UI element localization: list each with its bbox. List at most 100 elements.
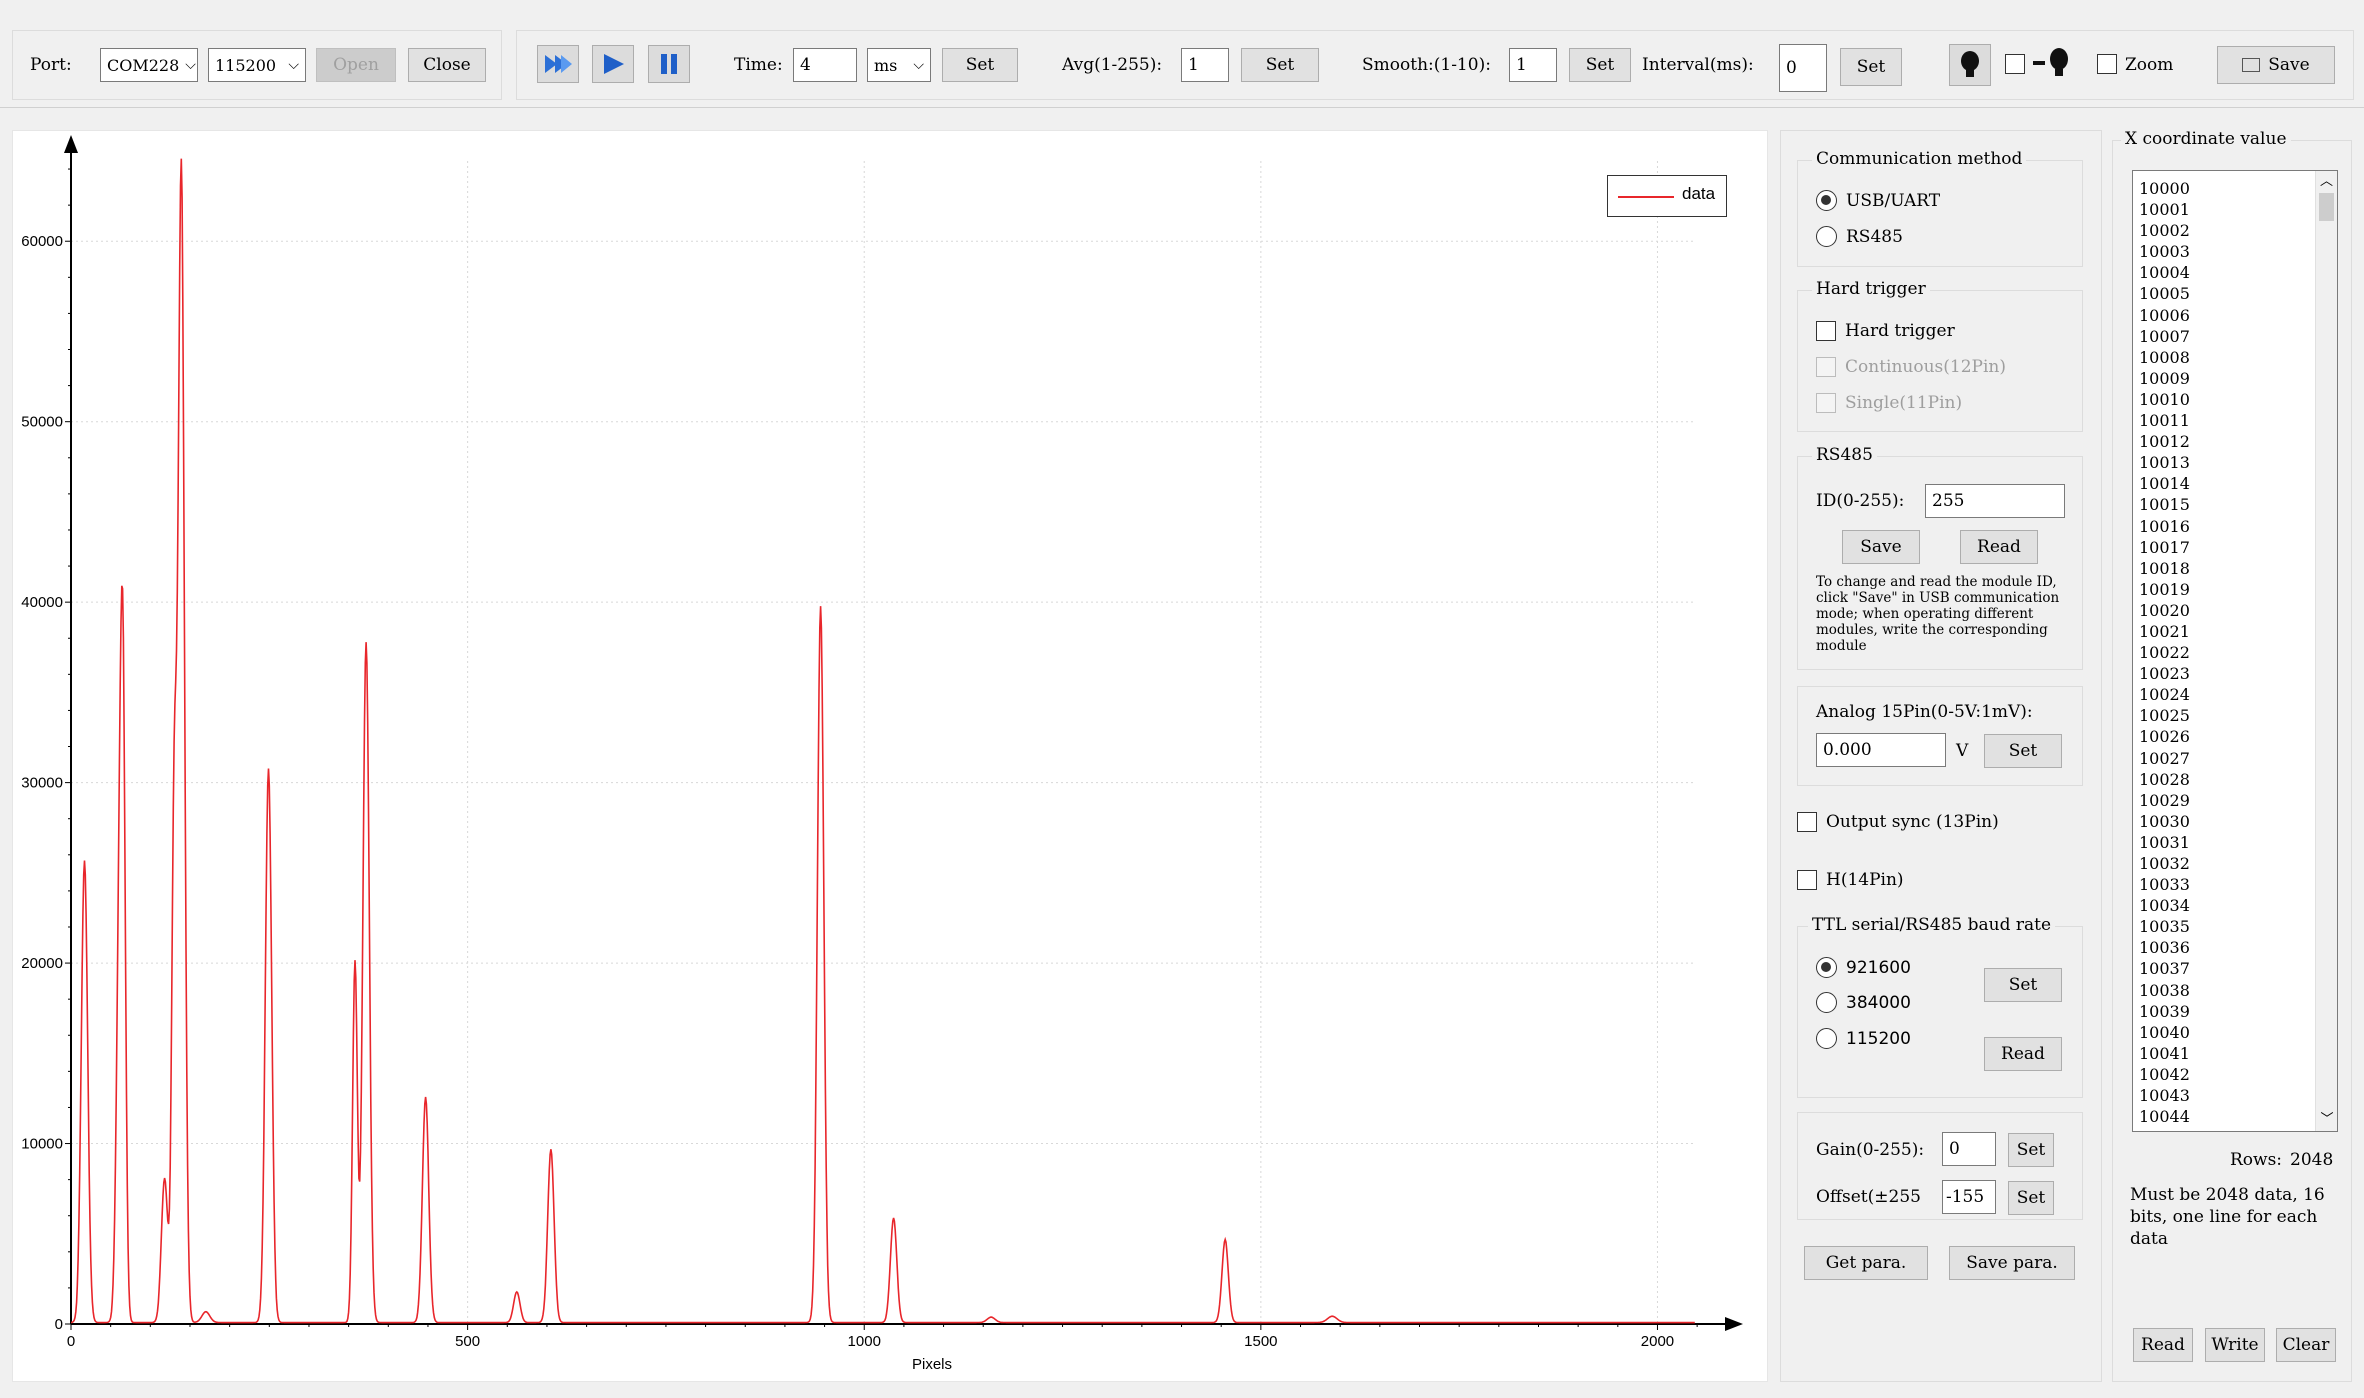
list-item[interactable]: 10009 <box>2133 368 2337 389</box>
list-item[interactable]: 10012 <box>2133 431 2337 452</box>
rs485-read-button[interactable]: Read <box>1960 530 2038 564</box>
list-item[interactable]: 10027 <box>2133 748 2337 769</box>
rs485-id-input[interactable]: 255 <box>1925 484 2065 518</box>
list-item[interactable]: 10002 <box>2133 220 2337 241</box>
radio-baud-921600[interactable] <box>1816 957 1837 978</box>
scroll-up-icon[interactable]: ︿ <box>2316 171 2337 193</box>
time-set-button[interactable]: Set <box>942 48 1018 82</box>
scroll-thumb[interactable] <box>2319 193 2334 221</box>
radio-rs485[interactable] <box>1816 226 1837 247</box>
smooth-input[interactable]: 1 <box>1509 48 1557 82</box>
pause-icon[interactable] <box>648 45 690 83</box>
analog-set-button[interactable]: Set <box>1984 734 2062 768</box>
list-item[interactable]: 10035 <box>2133 916 2337 937</box>
offset-input[interactable]: -155 <box>1942 1180 1996 1214</box>
single-checkbox[interactable] <box>1816 393 1836 413</box>
list-item[interactable]: 10040 <box>2133 1022 2337 1043</box>
get-para-button[interactable]: Get para. <box>1804 1246 1928 1280</box>
time-unit-select[interactable]: ms ⌵ <box>867 48 931 82</box>
xcoord-list[interactable]: 10000 10001 10002 10003 10004 10005 10006 10007… <box>2132 170 2338 1132</box>
list-item[interactable]: 10042 <box>2133 1064 2337 1085</box>
list-item[interactable]: 10023 <box>2133 663 2337 684</box>
radio-baud-115200[interactable] <box>1816 1028 1837 1049</box>
baud-set-button[interactable]: Set <box>1984 968 2062 1002</box>
save-button[interactable]: Save <box>2217 46 2335 84</box>
list-item[interactable]: 10021 <box>2133 621 2337 642</box>
x-tick-label: 1500 <box>1244 1333 1277 1350</box>
scroll-down-icon[interactable]: ﹀ <box>2316 1109 2337 1131</box>
list-item[interactable]: 10017 <box>2133 537 2337 558</box>
play-icon[interactable] <box>592 45 634 83</box>
baud-read-button[interactable]: Read <box>1984 1037 2062 1071</box>
xcoord-scrollbar[interactable]: ︿ ﹀ <box>2315 171 2337 1131</box>
rs485-save-button[interactable]: Save <box>1842 530 1920 564</box>
time-input[interactable]: 4 <box>793 48 857 82</box>
smooth-set-button[interactable]: Set <box>1569 48 1631 82</box>
interval-set-button[interactable]: Set <box>1840 48 1902 86</box>
list-item[interactable]: 10036 <box>2133 937 2337 958</box>
list-item[interactable]: 10003 <box>2133 241 2337 262</box>
zoom-checkbox[interactable] <box>2097 54 2117 74</box>
list-item[interactable]: 10039 <box>2133 1001 2337 1022</box>
avg-input[interactable]: 1 <box>1181 48 1229 82</box>
radio-usb-uart[interactable] <box>1816 190 1837 211</box>
list-item[interactable]: 10019 <box>2133 579 2337 600</box>
list-item[interactable]: 10016 <box>2133 516 2337 537</box>
list-item[interactable]: 10026 <box>2133 726 2337 747</box>
analog-input[interactable]: 0.000 <box>1816 733 1946 767</box>
list-item[interactable]: 10029 <box>2133 790 2337 811</box>
xcoord-write-button[interactable]: Write <box>2205 1328 2265 1362</box>
list-item[interactable]: 10038 <box>2133 980 2337 1001</box>
list-item[interactable]: 10007 <box>2133 326 2337 347</box>
list-item[interactable]: 10000 <box>2133 178 2337 199</box>
list-item[interactable]: 10043 <box>2133 1085 2337 1106</box>
list-item[interactable]: 10004 <box>2133 262 2337 283</box>
gain-set-button[interactable]: Set <box>2008 1133 2054 1167</box>
radio-baud-384000[interactable] <box>1816 992 1837 1013</box>
baud-value: 115200 <box>215 55 277 75</box>
interval-input[interactable]: 0 <box>1779 44 1827 92</box>
list-item[interactable]: 10018 <box>2133 558 2337 579</box>
list-item[interactable]: 10015 <box>2133 494 2337 515</box>
list-item[interactable]: 10022 <box>2133 642 2337 663</box>
list-item[interactable]: 10014 <box>2133 473 2337 494</box>
list-item[interactable]: 10001 <box>2133 199 2337 220</box>
xcoord-read-button[interactable]: Read <box>2133 1328 2193 1362</box>
list-item[interactable]: 10033 <box>2133 874 2337 895</box>
list-item[interactable]: 10028 <box>2133 769 2337 790</box>
hard-trigger-checkbox[interactable] <box>1816 321 1836 341</box>
list-item[interactable]: 10041 <box>2133 1043 2337 1064</box>
baud-select[interactable]: 115200 ⌵ <box>208 48 306 82</box>
continuous-checkbox[interactable] <box>1816 357 1836 377</box>
list-item[interactable]: 10006 <box>2133 305 2337 326</box>
output-sync-checkbox[interactable] <box>1797 812 1817 832</box>
x-axis-arrow <box>1725 1317 1743 1331</box>
save-para-button[interactable]: Save para. <box>1949 1246 2075 1280</box>
offset-set-button[interactable]: Set <box>2008 1181 2054 1215</box>
list-item[interactable]: 10024 <box>2133 684 2337 705</box>
port-select[interactable]: COM228 ⌵ <box>100 48 198 82</box>
close-button[interactable]: Close <box>408 48 486 82</box>
list-item[interactable]: 10031 <box>2133 832 2337 853</box>
list-item[interactable]: 10013 <box>2133 452 2337 473</box>
list-item[interactable]: 10011 <box>2133 410 2337 431</box>
list-item[interactable]: 10025 <box>2133 705 2337 726</box>
h14-checkbox[interactable] <box>1797 870 1817 890</box>
list-item[interactable]: 10005 <box>2133 283 2337 304</box>
continuous-run-icon[interactable] <box>537 45 579 83</box>
list-item[interactable]: 10034 <box>2133 895 2337 916</box>
list-item[interactable]: 10037 <box>2133 958 2337 979</box>
avg-set-button[interactable]: Set <box>1241 48 1319 82</box>
lamp-checkbox[interactable] <box>2005 54 2025 74</box>
list-item[interactable]: 10020 <box>2133 600 2337 621</box>
lamp-on-icon[interactable] <box>1949 44 1991 86</box>
list-item[interactable]: 10044 <box>2133 1106 2337 1127</box>
open-button[interactable]: Open <box>316 48 396 82</box>
gain-input[interactable]: 0 <box>1942 1132 1996 1166</box>
list-item[interactable]: 10008 <box>2133 347 2337 368</box>
list-item[interactable]: 10032 <box>2133 853 2337 874</box>
xcoord-clear-button[interactable]: Clear <box>2276 1328 2336 1362</box>
port-value: COM228 <box>107 55 180 75</box>
list-item[interactable]: 10010 <box>2133 389 2337 410</box>
list-item[interactable]: 10030 <box>2133 811 2337 832</box>
